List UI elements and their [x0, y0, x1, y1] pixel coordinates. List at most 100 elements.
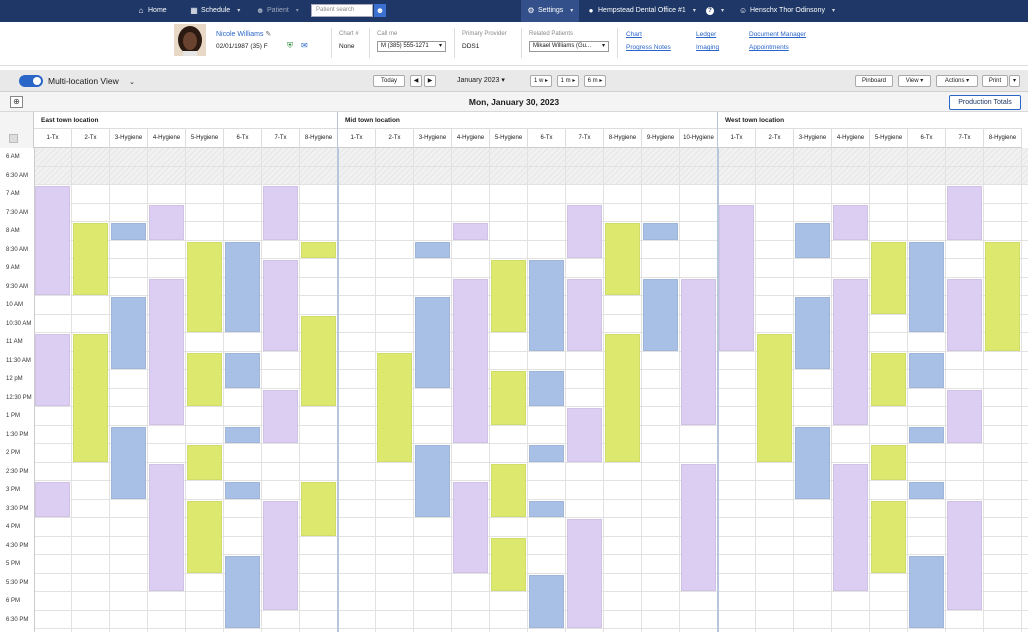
appointment-block[interactable] [263, 500, 298, 610]
column-header[interactable]: 8-Hygiene [604, 129, 642, 148]
appointment-block[interactable] [947, 500, 982, 610]
appointment-block[interactable] [491, 463, 526, 517]
appointment-block[interactable] [909, 556, 944, 628]
column-header[interactable]: 1-Tx [718, 129, 756, 148]
patient-name[interactable]: Nicole Williams ✎ [216, 30, 271, 38]
print-options-button[interactable]: ▾ [1009, 75, 1020, 87]
column-header[interactable]: 3-Hygiene [110, 129, 148, 148]
appointment-block[interactable] [567, 278, 602, 351]
appointment-block[interactable] [985, 241, 1020, 351]
appointment-block[interactable] [225, 241, 260, 332]
multi-location-toggle[interactable] [19, 75, 43, 87]
actions-button[interactable]: Actions ▾ [936, 75, 978, 87]
appointment-block[interactable] [415, 241, 450, 258]
column-header[interactable]: 7-Tx [262, 129, 300, 148]
related-patients-select[interactable]: Mikael Williams (Gu... [529, 41, 609, 52]
column-header[interactable]: 4-Hygiene [148, 129, 186, 148]
chart-link[interactable]: Chart [626, 31, 642, 38]
appointment-block[interactable] [225, 482, 260, 499]
appointment-block[interactable] [491, 371, 526, 425]
document-manager-link[interactable]: Document Manager [749, 31, 806, 38]
appointment-block[interactable] [225, 426, 260, 443]
appointment-block[interactable] [529, 371, 564, 406]
appointment-block[interactable] [529, 500, 564, 517]
pinboard-button[interactable]: Pinboard [855, 75, 893, 87]
patient-search-input[interactable]: Patient search [311, 4, 373, 17]
appointment-block[interactable] [567, 408, 602, 462]
nav-home[interactable]: ⌂ Home [137, 0, 167, 22]
prev-day-button[interactable]: ◀ [410, 75, 422, 87]
view-button[interactable]: View ▾ [898, 75, 931, 87]
appointment-block[interactable] [719, 204, 754, 351]
appointment-block[interactable] [149, 463, 184, 591]
appointment-block[interactable] [301, 315, 336, 406]
appointment-block[interactable] [415, 297, 450, 388]
appointment-block[interactable] [529, 260, 564, 351]
appointment-block[interactable] [795, 223, 830, 258]
next-day-button[interactable]: ▶ [424, 75, 436, 87]
appointment-block[interactable] [909, 426, 944, 443]
appointment-block[interactable] [149, 204, 184, 240]
appointment-block[interactable] [187, 241, 222, 332]
nav-office[interactable]: ● Hempstead Dental Office #1 ▾ [587, 0, 696, 22]
column-header[interactable]: 6-Tx [908, 129, 946, 148]
column-header[interactable]: 1-Tx [338, 129, 376, 148]
appointment-block[interactable] [795, 426, 830, 499]
call-me-select[interactable]: M (385) 555-1271 [377, 41, 446, 52]
add-patient-button[interactable]: ☻ [374, 4, 386, 17]
column-header[interactable]: 6-Tx [224, 129, 262, 148]
appointment-block[interactable] [187, 500, 222, 573]
month-picker[interactable]: January 2023 ▾ [457, 76, 505, 84]
column-header[interactable]: 4-Hygiene [452, 129, 490, 148]
appointment-block[interactable] [491, 537, 526, 591]
column-header[interactable]: 1-Tx [34, 129, 72, 148]
appointment-block[interactable] [871, 352, 906, 406]
column-header[interactable]: 5-Hygiene [186, 129, 224, 148]
column-header[interactable]: 5-Hygiene [870, 129, 908, 148]
nav-help[interactable]: ? ▾ [706, 0, 724, 22]
appointment-block[interactable] [225, 352, 260, 388]
appointment-block[interactable] [909, 241, 944, 332]
appointment-block[interactable] [643, 223, 678, 240]
appointment-block[interactable] [909, 352, 944, 388]
appointment-block[interactable] [605, 223, 640, 295]
appointment-block[interactable] [567, 204, 602, 258]
appointment-block[interactable] [73, 223, 108, 295]
appointment-block[interactable] [643, 278, 678, 351]
nav-user[interactable]: ☺ Henschx Thor Odinsony ▾ [739, 0, 835, 22]
range-1w-button[interactable]: 1 w ▸ [530, 75, 552, 87]
appointment-block[interactable] [415, 445, 450, 517]
progress-notes-link[interactable]: Progress Notes [626, 44, 671, 51]
column-header[interactable]: 5-Hygiene [490, 129, 528, 148]
appointment-block[interactable] [681, 278, 716, 425]
column-header[interactable]: 10-Hygiene [680, 129, 718, 148]
appointment-block[interactable] [833, 278, 868, 425]
appointment-block[interactable] [187, 352, 222, 406]
column-header[interactable]: 6-Tx [528, 129, 566, 148]
appointment-block[interactable] [263, 260, 298, 351]
appointment-block[interactable] [263, 186, 298, 240]
column-header[interactable]: 8-Hygiene [300, 129, 338, 148]
column-header[interactable]: 2-Tx [376, 129, 414, 148]
print-button[interactable]: Print [982, 75, 1008, 87]
select-all-checkbox[interactable] [9, 134, 18, 143]
chevron-down-icon[interactable]: ⌄ [129, 79, 135, 86]
appointment-block[interactable] [871, 500, 906, 573]
column-header[interactable]: 2-Tx [72, 129, 110, 148]
range-6m-button[interactable]: 6 m ▸ [584, 75, 606, 87]
ledger-link[interactable]: Ledger [696, 31, 716, 38]
column-header[interactable]: 4-Hygiene [832, 129, 870, 148]
appointment-block[interactable] [453, 278, 488, 443]
shield-icon[interactable]: ⛨ [287, 41, 293, 51]
appointment-block[interactable] [35, 334, 70, 406]
appointment-block[interactable] [263, 389, 298, 443]
range-1m-button[interactable]: 1 m ▸ [557, 75, 579, 87]
appointment-block[interactable] [833, 204, 868, 240]
appointment-block[interactable] [871, 445, 906, 480]
appointment-block[interactable] [111, 426, 146, 499]
appointment-block[interactable] [453, 482, 488, 573]
appointment-block[interactable] [947, 278, 982, 351]
appointment-block[interactable] [453, 223, 488, 240]
column-header[interactable]: 3-Hygiene [414, 129, 452, 148]
column-header[interactable]: 3-Hygiene [794, 129, 832, 148]
